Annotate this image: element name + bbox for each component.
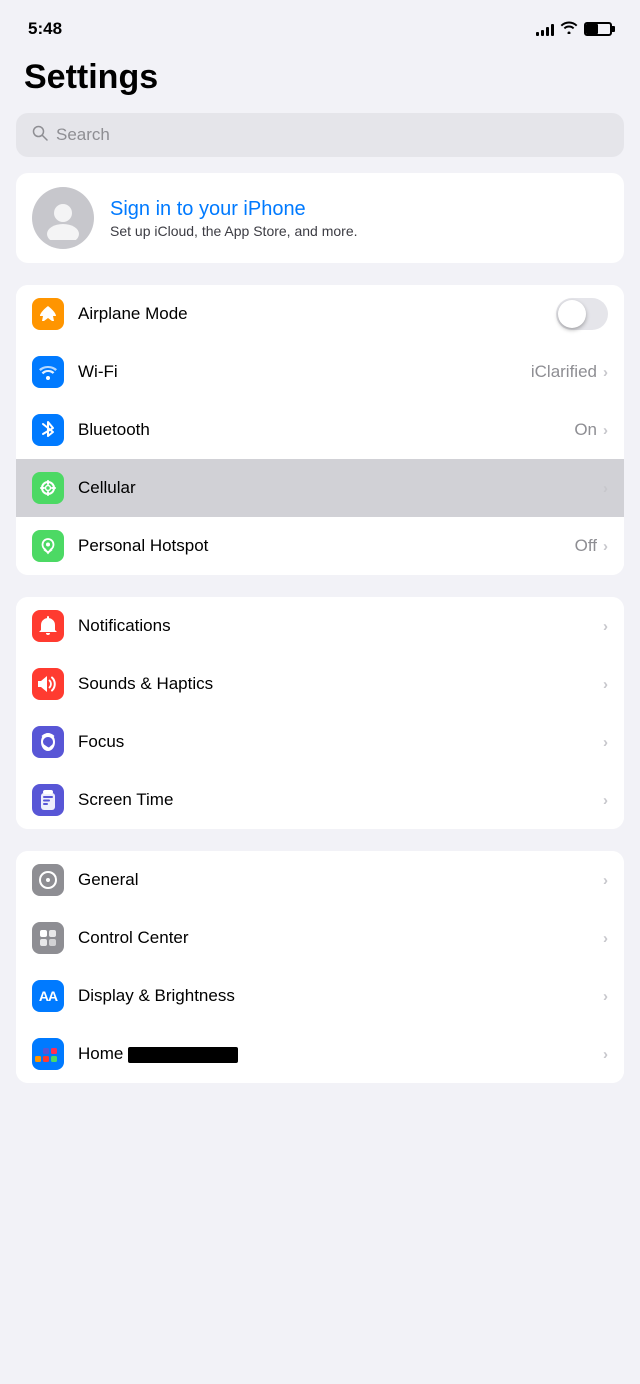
cellular-icon xyxy=(32,472,64,504)
page-title: Settings xyxy=(0,50,640,113)
search-bar[interactable]: Search xyxy=(16,113,624,157)
avatar xyxy=(32,187,94,249)
wifi-value: iClarified xyxy=(531,362,597,382)
notifications-label: Notifications xyxy=(78,616,603,636)
wifi-status-icon xyxy=(560,20,578,39)
display-brightness-chevron: › xyxy=(603,988,608,1005)
bluetooth-label: Bluetooth xyxy=(78,420,574,440)
airplane-mode-row[interactable]: Airplane Mode xyxy=(16,285,624,343)
cellular-row[interactable]: Cellular › xyxy=(16,459,624,517)
section-connectivity: Airplane Mode Wi-Fi iClarified › Bluetoo… xyxy=(16,285,624,575)
search-input-placeholder: Search xyxy=(56,125,110,145)
focus-icon xyxy=(32,726,64,758)
section-general: General › Control Center › AA Display & … xyxy=(16,851,624,1083)
notifications-row[interactable]: Notifications › xyxy=(16,597,624,655)
focus-chevron: › xyxy=(603,734,608,751)
profile-row[interactable]: Sign in to your iPhone Set up iCloud, th… xyxy=(16,173,624,263)
battery-icon xyxy=(584,22,612,36)
personal-hotspot-icon xyxy=(32,530,64,562)
home-screen-label: Home xyxy=(78,1044,603,1064)
cellular-chevron: › xyxy=(603,480,608,497)
status-icons xyxy=(536,20,612,39)
notifications-chevron: › xyxy=(603,618,608,635)
search-container: Search xyxy=(0,113,640,173)
status-bar: 5:48 xyxy=(0,0,640,50)
personal-hotspot-label: Personal Hotspot xyxy=(78,536,575,556)
bluetooth-value: On xyxy=(574,420,597,440)
home-screen-row[interactable]: Home › xyxy=(16,1025,624,1083)
home-screen-chevron: › xyxy=(603,1046,608,1063)
general-chevron: › xyxy=(603,872,608,889)
bluetooth-chevron: › xyxy=(603,422,608,439)
sign-in-label: Sign in to your iPhone xyxy=(110,198,608,221)
sounds-label: Sounds & Haptics xyxy=(78,674,603,694)
control-center-label: Control Center xyxy=(78,928,603,948)
focus-row[interactable]: Focus › xyxy=(16,713,624,771)
control-center-icon xyxy=(32,922,64,954)
home-screen-icon xyxy=(32,1038,64,1070)
search-icon xyxy=(32,125,48,146)
control-center-row[interactable]: Control Center › xyxy=(16,909,624,967)
general-row[interactable]: General › xyxy=(16,851,624,909)
signal-bars-icon xyxy=(536,22,554,36)
profile-subtitle: Set up iCloud, the App Store, and more. xyxy=(110,223,608,239)
redacted-text xyxy=(128,1047,238,1063)
display-brightness-label: Display & Brightness xyxy=(78,986,603,1006)
sounds-chevron: › xyxy=(603,676,608,693)
sounds-row[interactable]: Sounds & Haptics › xyxy=(16,655,624,713)
bluetooth-icon xyxy=(32,414,64,446)
general-label: General xyxy=(78,870,603,890)
wifi-chevron: › xyxy=(603,364,608,381)
personal-hotspot-value: Off xyxy=(575,536,597,556)
wifi-icon xyxy=(32,356,64,388)
screen-time-label: Screen Time xyxy=(78,790,603,810)
screen-time-chevron: › xyxy=(603,792,608,809)
display-brightness-icon: AA xyxy=(32,980,64,1012)
bluetooth-row[interactable]: Bluetooth On › xyxy=(16,401,624,459)
control-center-chevron: › xyxy=(603,930,608,947)
focus-label: Focus xyxy=(78,732,603,752)
cellular-label: Cellular xyxy=(78,478,603,498)
airplane-mode-label: Airplane Mode xyxy=(78,304,556,324)
wifi-row[interactable]: Wi-Fi iClarified › xyxy=(16,343,624,401)
screen-time-row[interactable]: Screen Time › xyxy=(16,771,624,829)
section-notifications: Notifications › Sounds & Haptics › Focus… xyxy=(16,597,624,829)
profile-text: Sign in to your iPhone Set up iCloud, th… xyxy=(110,198,608,239)
notifications-icon xyxy=(32,610,64,642)
screen-time-icon xyxy=(32,784,64,816)
airplane-mode-icon xyxy=(32,298,64,330)
airplane-mode-toggle[interactable] xyxy=(556,298,608,330)
personal-hotspot-chevron: › xyxy=(603,538,608,555)
general-icon xyxy=(32,864,64,896)
personal-hotspot-row[interactable]: Personal Hotspot Off › xyxy=(16,517,624,575)
display-brightness-row[interactable]: AA Display & Brightness › xyxy=(16,967,624,1025)
status-time: 5:48 xyxy=(28,19,62,39)
wifi-label: Wi-Fi xyxy=(78,362,531,382)
sounds-icon xyxy=(32,668,64,700)
